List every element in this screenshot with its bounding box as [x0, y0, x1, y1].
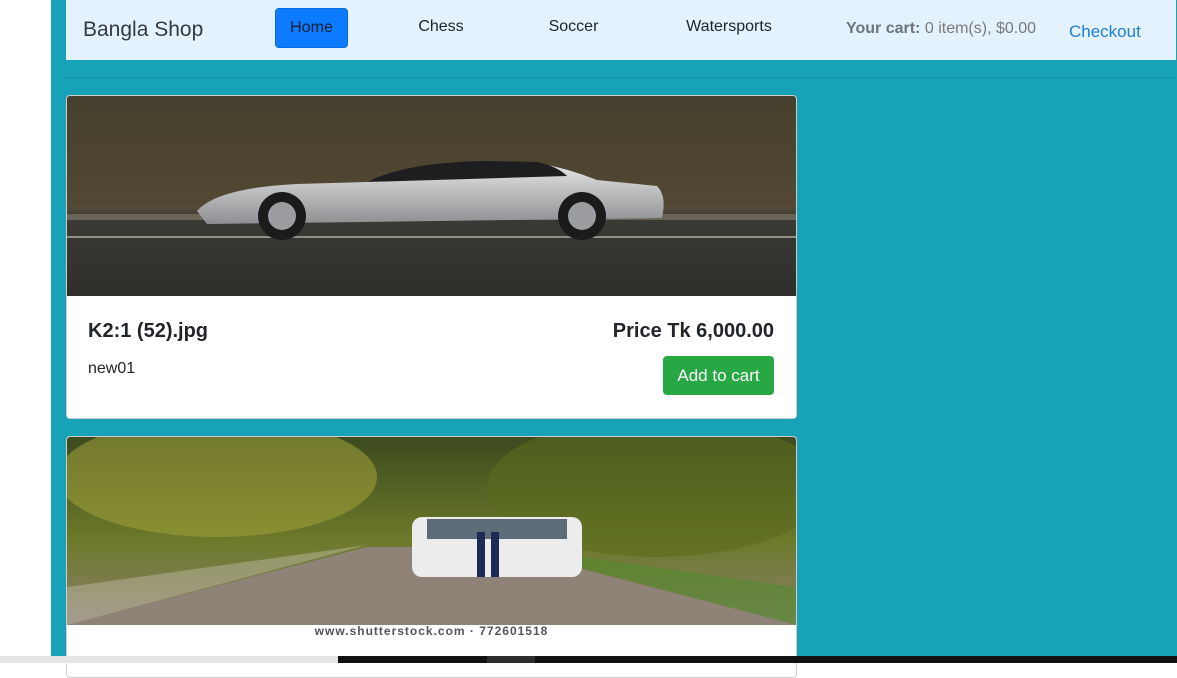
cart-summary: Your cart: 0 item(s), $0.00: [846, 20, 1036, 38]
car-photo: [67, 96, 796, 296]
brand-logo[interactable]: Bangla Shop: [83, 18, 203, 42]
taskbar-right: [338, 656, 1177, 663]
watermark-caption: www.shutterstock.com · 772601518: [314, 624, 549, 638]
add-to-cart-button[interactable]: Add to cart: [663, 356, 774, 395]
cart-summary-value: 0 item(s), $0.00: [924, 20, 1036, 37]
taskbar-strip: [0, 656, 1177, 663]
taskbar-left: [0, 656, 338, 663]
cart-label: Your cart:: [846, 20, 921, 37]
product-price: Price Tk 6,000.00: [612, 320, 774, 342]
product-title: K2:1 (52).jpg: [88, 320, 209, 342]
divider: [66, 77, 1176, 78]
checkout-link[interactable]: Checkout: [1069, 22, 1141, 42]
nav-chess-link[interactable]: Chess: [406, 8, 476, 46]
product-card: K2:1 (52).jpg Price Tk 6,000.00 new01 Ad…: [66, 95, 797, 419]
taskbar-button: [487, 656, 535, 663]
product-card: www.shutterstock.com · 772601518: [66, 436, 797, 678]
product-description: new01: [88, 360, 136, 377]
nav-home-button[interactable]: Home: [275, 8, 348, 48]
road-photo: [67, 437, 796, 625]
nav-soccer-link[interactable]: Soccer: [536, 8, 611, 46]
left-gutter: [0, 0, 51, 663]
nav-watersports-link[interactable]: Watersports: [674, 8, 784, 46]
top-navbar: Bangla Shop Home Chess Soccer Watersport…: [66, 0, 1176, 60]
